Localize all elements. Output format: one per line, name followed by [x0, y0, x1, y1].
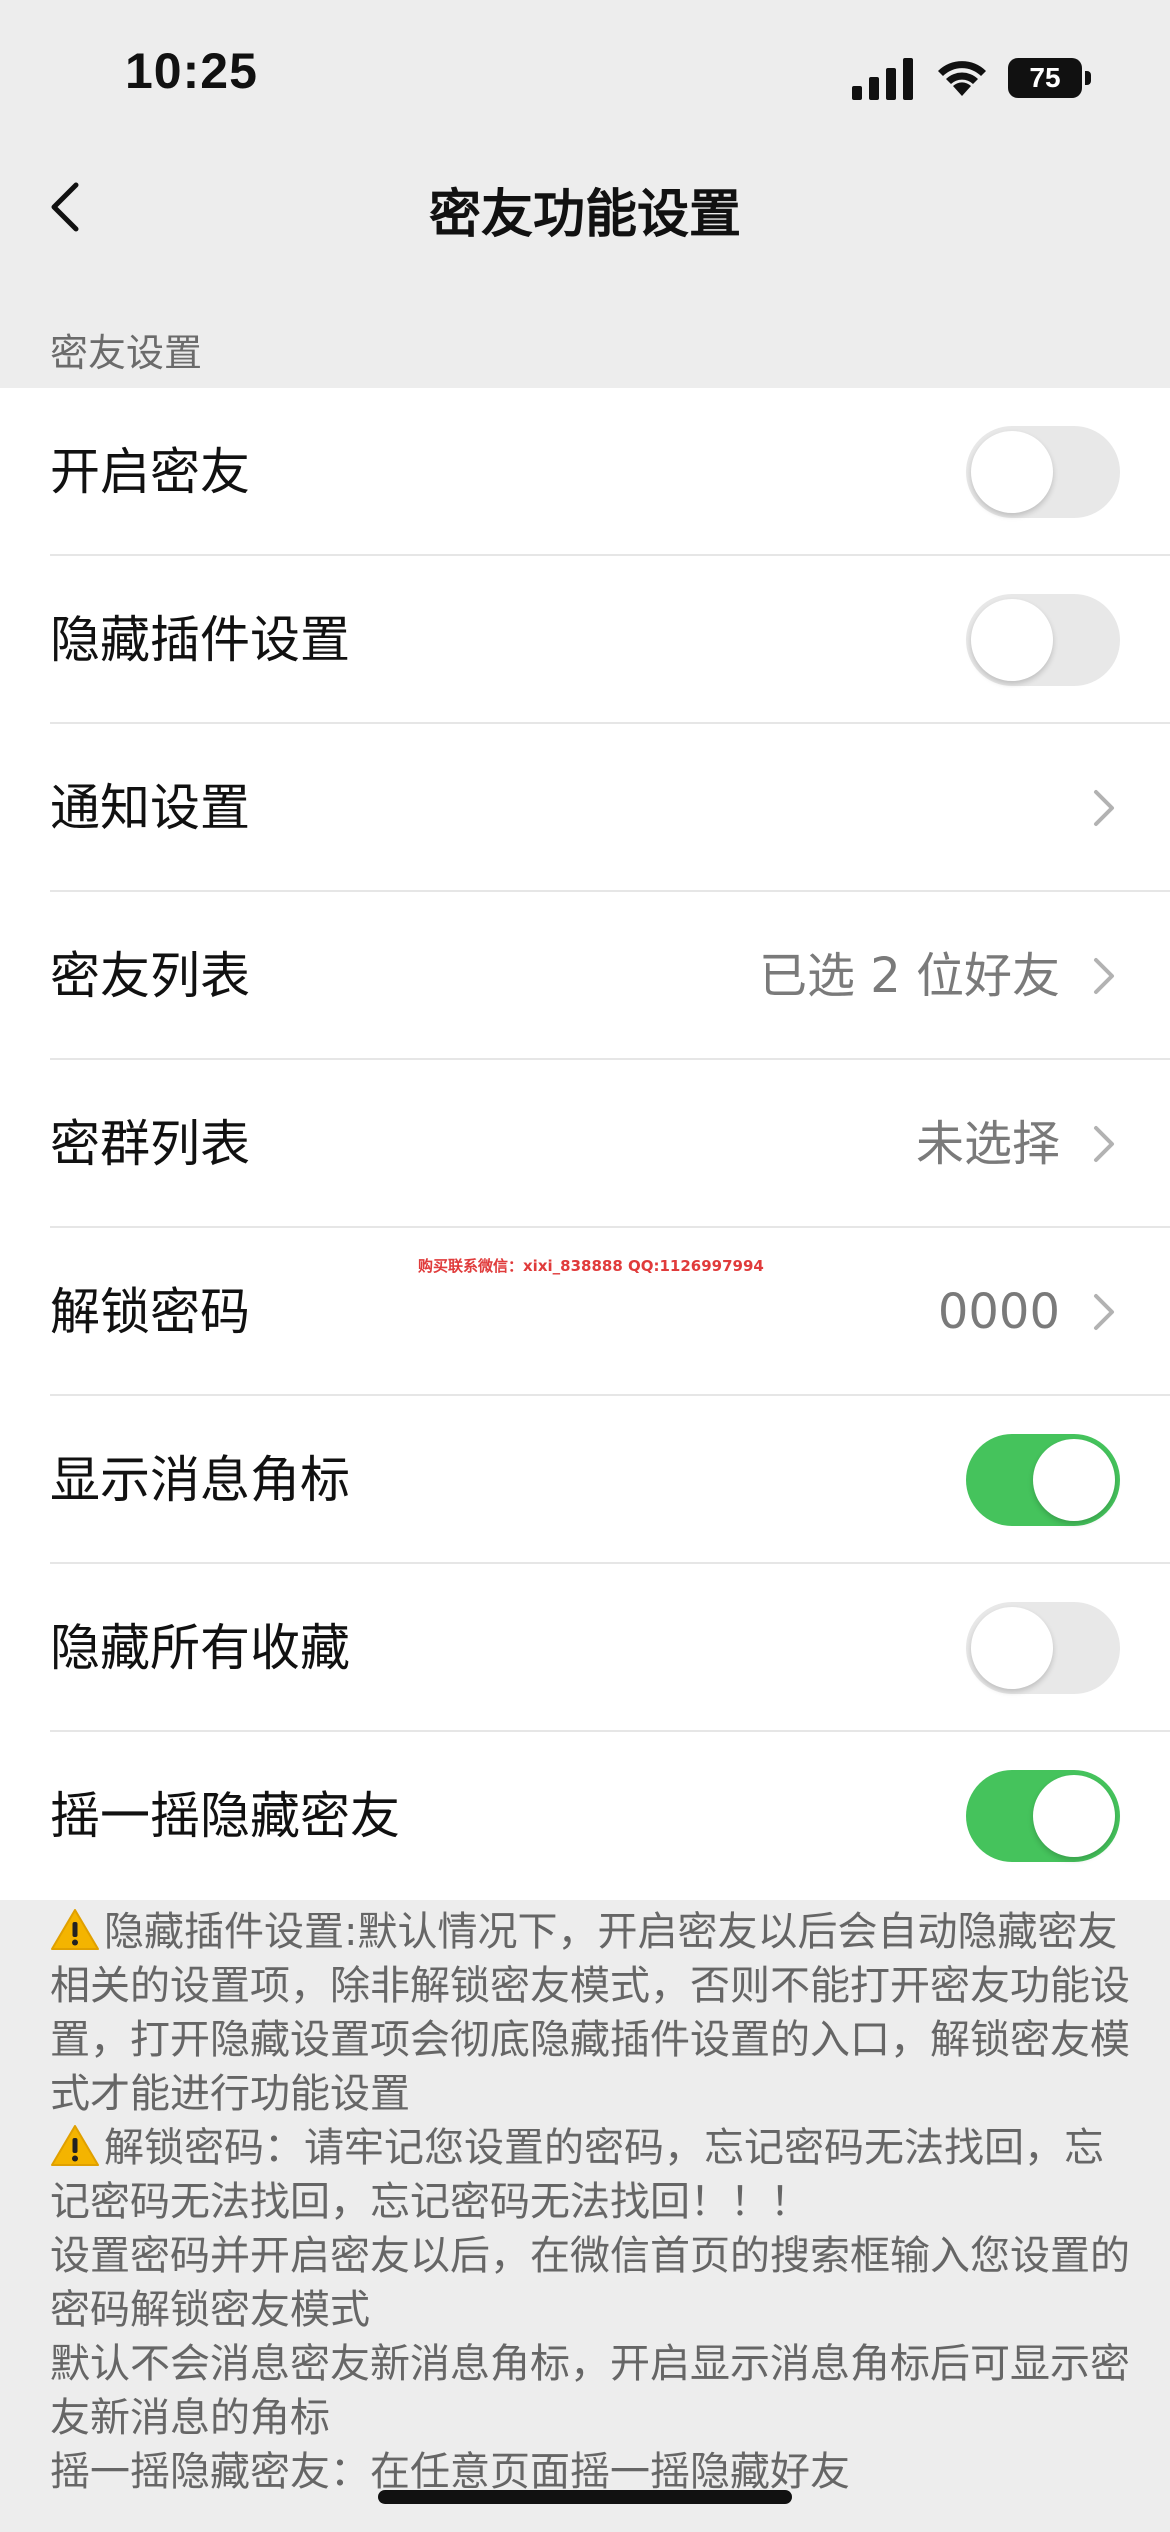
note-item: 隐藏插件设置:默认情况下，开启密友以后会自动隐藏密友相关的设置项，除非解锁密友模…: [50, 1905, 1130, 2121]
note-item: 解锁密码：请牢记您设置的密码，忘记密码无法找回，忘记密码无法找回，忘记密码无法找…: [50, 2121, 1130, 2229]
chevron-right-icon: [1094, 1126, 1114, 1162]
row-label: 密友列表: [50, 947, 250, 1005]
note-item: 默认不会消息密友新消息角标，开启显示消息角标后可显示密友新消息的角标: [50, 2341, 1130, 2441]
show-message-badge-toggle[interactable]: [966, 1434, 1120, 1526]
help-notes: 隐藏插件设置:默认情况下，开启密友以后会自动隐藏密友相关的设置项，除非解锁密友模…: [50, 1905, 1130, 2499]
row-hide-plugin-settings[interactable]: 隐藏插件设置: [0, 556, 1170, 724]
note-text: 解锁密码：请牢记您设置的密码，忘记密码无法找回，忘记密码无法找回，忘记密码无法找…: [50, 2125, 1104, 2225]
row-label: 显示消息角标: [50, 1451, 350, 1509]
row-value: 未选择: [915, 1116, 1060, 1172]
row-enable-close-friends[interactable]: 开启密友: [0, 388, 1170, 556]
row-close-groups-list[interactable]: 密群列表 未选择: [0, 1060, 1170, 1228]
row-value: 0000: [937, 1284, 1060, 1340]
row-label: 解锁密码: [50, 1283, 250, 1341]
enable-close-friends-toggle[interactable]: [966, 426, 1120, 518]
row-shake-to-hide[interactable]: 摇一摇隐藏密友: [0, 1732, 1170, 1900]
home-indicator[interactable]: [378, 2490, 792, 2504]
battery-icon: 75: [1008, 58, 1092, 98]
wifi-icon: [938, 61, 986, 96]
row-hide-all-favorites[interactable]: 隐藏所有收藏: [0, 1564, 1170, 1732]
row-label: 开启密友: [50, 443, 250, 501]
page-title: 密友功能设置: [428, 185, 741, 245]
chevron-right-icon: [1094, 790, 1114, 826]
row-label: 隐藏所有收藏: [50, 1619, 350, 1677]
row-label: 摇一摇隐藏密友: [50, 1787, 400, 1845]
warning-icon: [51, 1909, 99, 1950]
chevron-right-icon: [1094, 1294, 1114, 1330]
hide-all-favorites-toggle[interactable]: [966, 1602, 1120, 1694]
row-label: 密群列表: [50, 1115, 250, 1173]
shake-to-hide-toggle[interactable]: [966, 1770, 1120, 1862]
chevron-right-icon: [1094, 958, 1114, 994]
row-label: 通知设置: [50, 779, 250, 837]
watermark-text: 购买联系微信：xixi_838888 QQ:1126997994: [418, 1257, 764, 1275]
row-notification-settings[interactable]: 通知设置: [0, 724, 1170, 892]
battery-level: 75: [1008, 58, 1082, 98]
navigation-bar: 密友功能设置: [0, 150, 1170, 265]
warning-icon: [51, 2125, 99, 2166]
row-show-message-badge[interactable]: 显示消息角标: [0, 1396, 1170, 1564]
row-value: 已选 2 位好友: [758, 948, 1060, 1004]
signal-icon: [852, 58, 913, 100]
row-label: 隐藏插件设置: [50, 611, 350, 669]
row-close-friends-list[interactable]: 密友列表 已选 2 位好友: [0, 892, 1170, 1060]
note-text: 隐藏插件设置:默认情况下，开启密友以后会自动隐藏密友相关的设置项，除非解锁密友模…: [50, 1909, 1130, 2117]
section-header: 密友设置: [50, 331, 203, 375]
note-item: 设置密码并开启密友以后，在微信首页的搜索框输入您设置的密码解锁密友模式: [50, 2233, 1130, 2333]
row-unlock-password[interactable]: 解锁密码 0000: [0, 1228, 1170, 1396]
settings-list: 开启密友 隐藏插件设置 通知设置 密友列表 已选 2 位好友 密群列表 未选择 …: [0, 388, 1170, 1900]
status-time: 10:25: [125, 43, 258, 99]
status-bar: 10:25 75: [0, 0, 1170, 150]
hide-plugin-settings-toggle[interactable]: [966, 594, 1120, 686]
